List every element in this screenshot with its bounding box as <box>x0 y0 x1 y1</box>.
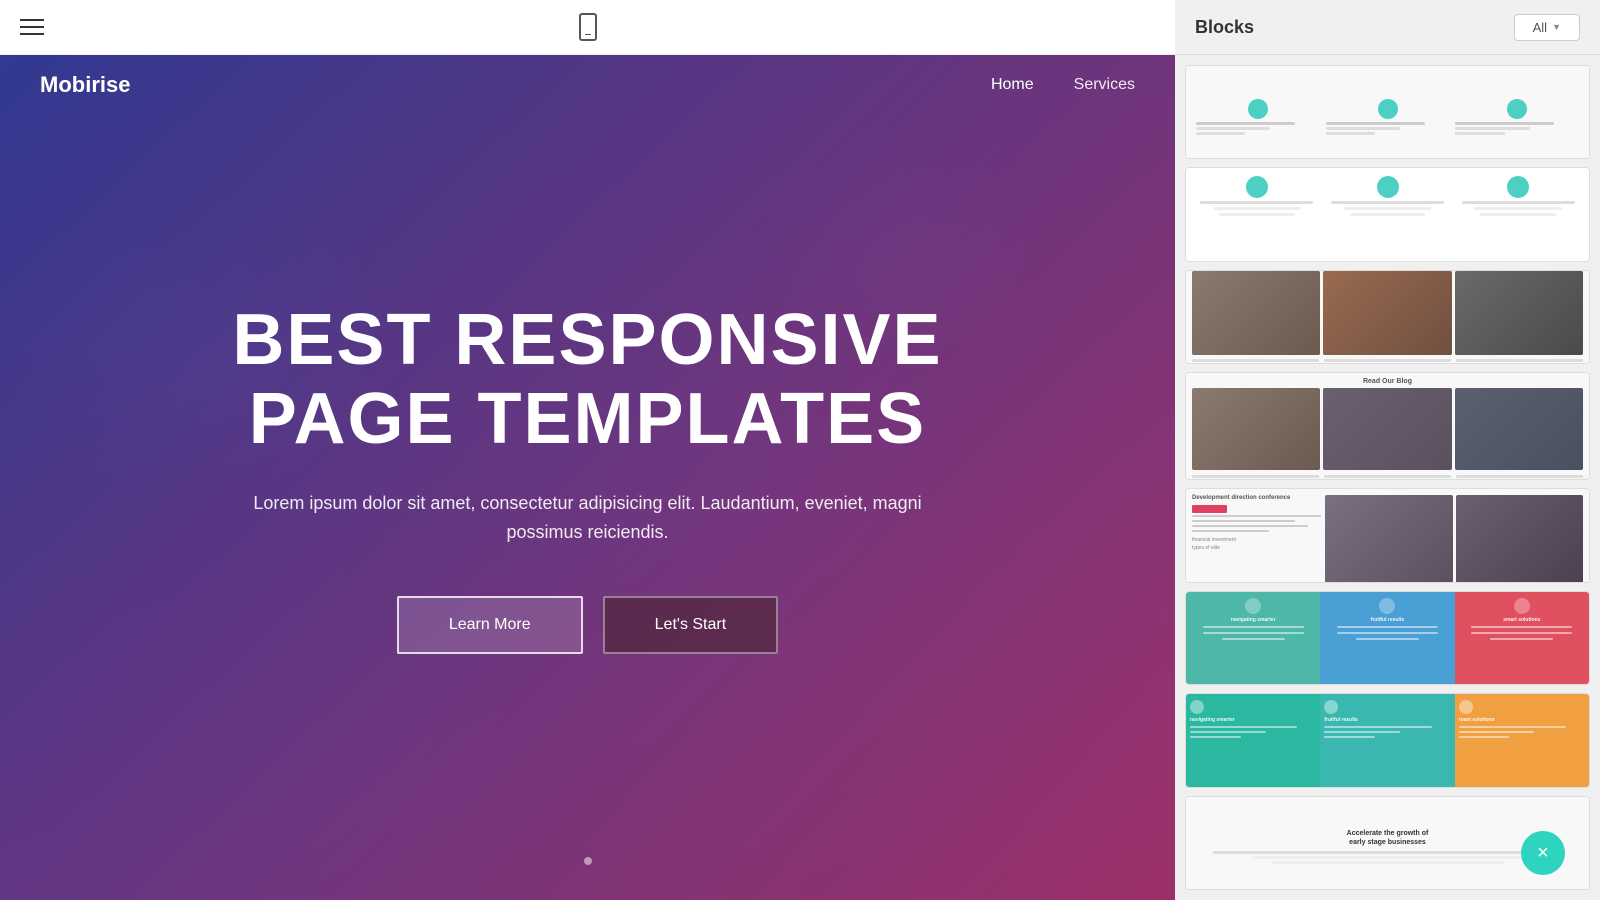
pf-item-1 <box>1196 99 1320 137</box>
block-preview-read-our-blog: Read Our Blog <box>1186 373 1589 480</box>
toolbar <box>0 0 1175 55</box>
read-our-blog-title: Read Our Blog <box>1186 373 1589 388</box>
fl-col-3 <box>1455 176 1581 216</box>
block-preview-features-icons <box>1186 66 1589 159</box>
block-card-blog-images[interactable] <box>1185 270 1590 364</box>
hamburger-menu[interactable] <box>20 19 44 35</box>
blocks-list[interactable]: Read Our Blog <box>1175 55 1600 900</box>
panel-header: Blocks All <box>1175 0 1600 55</box>
block-card-features-colored[interactable]: navigating smarter fruitful results <box>1185 591 1590 685</box>
block-card-features-light[interactable] <box>1185 167 1590 261</box>
blog-img-1 <box>1192 271 1320 355</box>
lets-start-button[interactable]: Let's Start <box>603 596 779 654</box>
fl-col-1 <box>1194 176 1320 216</box>
blog-text-row <box>1186 359 1589 364</box>
fl-col-2 <box>1325 176 1451 216</box>
hero-subtitle: Lorem ipsum dolor sit amet, consectetur … <box>238 489 938 547</box>
pf-item-2 <box>1326 99 1450 137</box>
carousel-dot-1[interactable] <box>584 857 592 865</box>
col-red: smart solutions <box>1455 592 1589 685</box>
block-preview-features-colored: navigating smarter fruitful results <box>1186 592 1589 685</box>
block-card-news-mixed[interactable]: Development direction conference financi… <box>1185 488 1590 582</box>
main-canvas: Mobirise Home Services BEST RESPONSIVE P… <box>0 0 1175 900</box>
preview-canvas: Mobirise Home Services BEST RESPONSIVE P… <box>0 55 1175 900</box>
blog-preview <box>1186 271 1589 364</box>
close-panel-button[interactable]: × <box>1521 831 1565 875</box>
filter-dropdown[interactable]: All <box>1514 14 1580 41</box>
block-card-features-icons[interactable] <box>1185 65 1590 159</box>
learn-more-button[interactable]: Learn More <box>397 596 583 654</box>
block-preview-news-mixed: Development direction conference financi… <box>1186 489 1589 582</box>
hero-content: BEST RESPONSIVE PAGE TEMPLATES Lorem ips… <box>0 55 1175 900</box>
block-preview-features-light <box>1186 168 1589 261</box>
hero-title: BEST RESPONSIVE PAGE TEMPLATES <box>232 301 942 459</box>
carousel-dots <box>584 852 592 870</box>
blocks-panel: Blocks All <box>1175 0 1600 900</box>
block-preview-blog-images <box>1186 271 1589 364</box>
hero-title-line2: PAGE TEMPLATES <box>249 379 926 459</box>
panel-title: Blocks <box>1195 17 1254 38</box>
news-images-col <box>1325 495 1583 582</box>
teal-col-2: fruitful results <box>1320 694 1454 787</box>
teal-col-3: roast solutions <box>1455 694 1589 787</box>
block-preview-features-teal: navigating smarter fruitful results <box>1186 694 1589 787</box>
blog-img-2 <box>1323 271 1451 355</box>
col-teal: navigating smarter <box>1186 592 1320 685</box>
blog-img-3 <box>1455 271 1583 355</box>
pf-item-3 <box>1455 99 1579 137</box>
hero-title-line1: BEST RESPONSIVE <box>232 300 942 380</box>
news-text-col: Development direction conference financi… <box>1192 495 1321 582</box>
teal-col-1: navigating smarter <box>1186 694 1320 787</box>
block-card-read-our-blog[interactable]: Read Our Blog <box>1185 372 1590 480</box>
hero-section: Mobirise Home Services BEST RESPONSIVE P… <box>0 55 1175 900</box>
mobile-preview-button[interactable] <box>579 13 597 41</box>
block-card-features-teal[interactable]: navigating smarter fruitful results <box>1185 693 1590 787</box>
col-blue: fruitful results <box>1320 592 1454 685</box>
card-title: Accelerate the growth ofearly stage busi… <box>1347 829 1429 847</box>
hero-buttons: Learn More Let's Start <box>397 596 778 654</box>
